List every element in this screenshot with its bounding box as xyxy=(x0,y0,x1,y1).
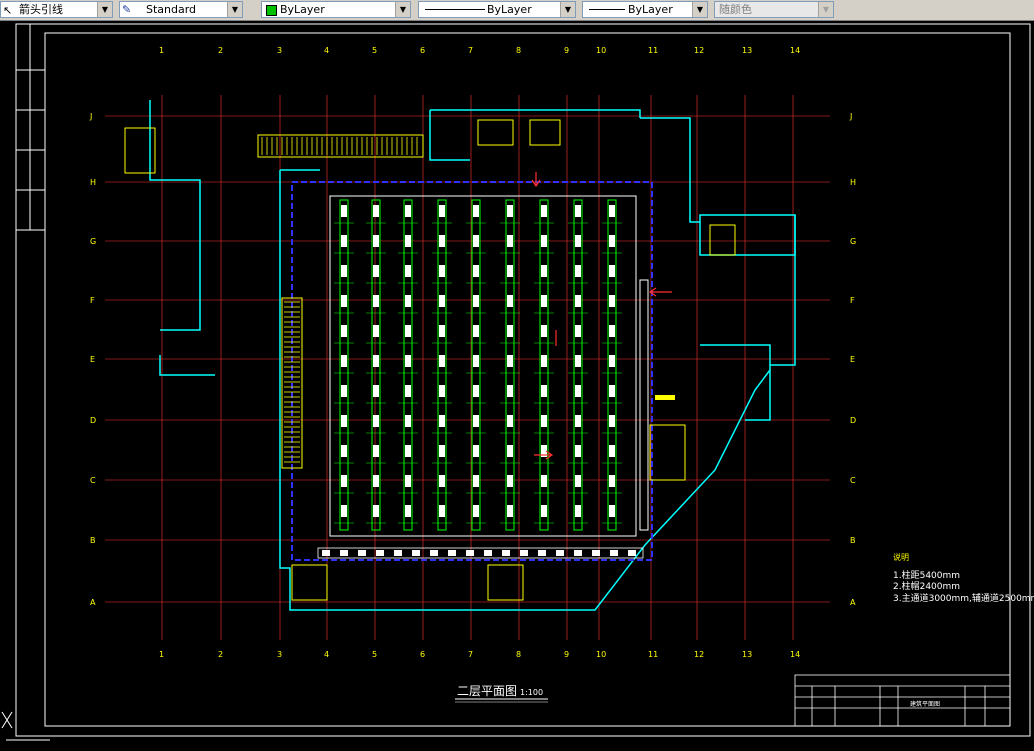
properties-toolbar: ↖ 箭头引线 ▼ ✎ Standard ▼ ByLayer ▼ ByLayer … xyxy=(0,0,1034,21)
axis-row-label: A xyxy=(90,598,96,607)
axis-col-label: 5 xyxy=(372,46,377,55)
axis-col-label: 3 xyxy=(277,650,282,659)
axis-col-label: 6 xyxy=(420,650,425,659)
linetype-sample-icon xyxy=(425,9,485,10)
axis-row-label: B xyxy=(90,536,96,545)
chevron-down-icon[interactable]: ▼ xyxy=(692,2,707,17)
axis-row-label: J xyxy=(849,112,852,121)
axis-col-label: 11 xyxy=(648,46,658,55)
color-dropdown[interactable]: ByLayer ▼ xyxy=(261,1,411,18)
plot-style-value: 随颜色 xyxy=(719,3,752,16)
drawing-canvas[interactable]: 1 1 2 2 3 3 4 4 5 5 6 6 7 7 8 8 9 9 10 10 11 11 12 12 13 13 14 14 J J… xyxy=(0,21,1034,747)
axis-col-label: 13 xyxy=(742,650,752,659)
inner-frame xyxy=(44,32,1011,727)
axis-row-label: B xyxy=(850,536,856,545)
linetype-value: ByLayer xyxy=(487,3,532,16)
axis-col-label: 8 xyxy=(516,650,521,659)
drawing-title: 二层平面图 xyxy=(457,684,517,698)
axis-row-label: C xyxy=(90,476,96,485)
axis-col-label: 9 xyxy=(564,650,569,659)
axis-row-label: G xyxy=(850,237,856,246)
chevron-down-icon[interactable]: ▼ xyxy=(560,2,575,17)
color-value: ByLayer xyxy=(280,3,325,16)
axis-labels: 11223344556677889910101111121213131414J J… xyxy=(89,46,856,659)
floor-plan-drawing[interactable]: 11223344556677889910101111121213131414J J… xyxy=(0,21,1034,747)
chevron-down-icon: ▼ xyxy=(818,2,833,17)
axis-col-label: 11 xyxy=(648,650,658,659)
axis-col-label: 12 xyxy=(694,46,704,55)
axis-col-label: 6 xyxy=(420,46,425,55)
axis-row-label: F xyxy=(90,296,95,305)
axis-col-label: 14 xyxy=(790,46,800,55)
axis-row-label: F xyxy=(850,296,855,305)
chevron-down-icon[interactable]: ▼ xyxy=(395,2,410,17)
color-swatch-icon xyxy=(266,5,277,16)
axis-row-label: G xyxy=(90,237,96,246)
axis-row-label: E xyxy=(90,355,95,364)
axis-row-label: D xyxy=(850,416,856,425)
axis-col-label: 1 xyxy=(159,46,164,55)
note-item: 1.柱距5400mm xyxy=(893,569,960,581)
design-notes: 说明 1.柱距5400mm 2.柱帽2400mm 3.主通道3000mm,辅通道… xyxy=(893,552,1034,604)
axis-col-label: 3 xyxy=(277,46,282,55)
axis-row-label: J xyxy=(89,112,92,121)
lineweight-value: ByLayer xyxy=(628,3,673,16)
axis-col-label: 1 xyxy=(159,650,164,659)
axis-row-label: D xyxy=(90,416,96,425)
axis-col-label: 5 xyxy=(372,650,377,659)
axis-col-label: 9 xyxy=(564,46,569,55)
multileader-style-dropdown[interactable]: ↖ 箭头引线 ▼ xyxy=(0,1,113,18)
axis-row-label: E xyxy=(850,355,855,364)
axis-col-label: 2 xyxy=(218,650,223,659)
axis-col-label: 12 xyxy=(694,650,704,659)
outer-frame xyxy=(15,23,1031,737)
axis-col-label: 7 xyxy=(468,650,473,659)
checkout-counters xyxy=(317,547,644,559)
notes-heading: 说明 xyxy=(893,552,909,562)
chevron-down-icon[interactable]: ▼ xyxy=(227,2,242,17)
multileader-icon: ↖ xyxy=(3,4,13,17)
note-item: 2.柱帽2400mm xyxy=(893,580,960,592)
linetype-dropdown[interactable]: ByLayer ▼ xyxy=(418,1,576,18)
axis-col-label: 14 xyxy=(790,650,800,659)
title-block xyxy=(794,674,1011,727)
multileader-style-value: 箭头引线 xyxy=(19,3,63,16)
escalators xyxy=(124,119,736,601)
note-item: 3.主通道3000mm,辅通道2500mm xyxy=(893,592,1034,604)
axis-col-label: 10 xyxy=(596,46,606,55)
axis-col-label: 4 xyxy=(324,46,329,55)
lineweight-sample-icon xyxy=(589,9,625,10)
axis-col-label: 10 xyxy=(596,650,606,659)
axis-row-label: H xyxy=(850,178,856,187)
axis-row-label: H xyxy=(90,178,96,187)
text-style-icon: ✎ xyxy=(122,3,132,16)
chevron-down-icon[interactable]: ▼ xyxy=(97,2,112,17)
axis-col-label: 13 xyxy=(742,46,752,55)
text-style-dropdown[interactable]: ✎ Standard ▼ xyxy=(119,1,243,18)
plot-style-dropdown: 随颜色 ▼ xyxy=(714,1,834,18)
title-block-drawing-name: 建筑平面图 xyxy=(910,700,940,708)
lineweight-dropdown[interactable]: ByLayer ▼ xyxy=(582,1,708,18)
shelf-rows xyxy=(334,199,622,531)
axis-row-label: C xyxy=(850,476,856,485)
axis-col-label: 4 xyxy=(324,650,329,659)
drawing-scale: 1:100 xyxy=(520,688,543,697)
axis-col-label: 8 xyxy=(516,46,521,55)
axis-row-label: A xyxy=(850,598,856,607)
axis-col-label: 7 xyxy=(468,46,473,55)
binding-strip xyxy=(16,24,45,231)
text-style-value: Standard xyxy=(146,3,197,16)
axis-col-label: 2 xyxy=(218,46,223,55)
